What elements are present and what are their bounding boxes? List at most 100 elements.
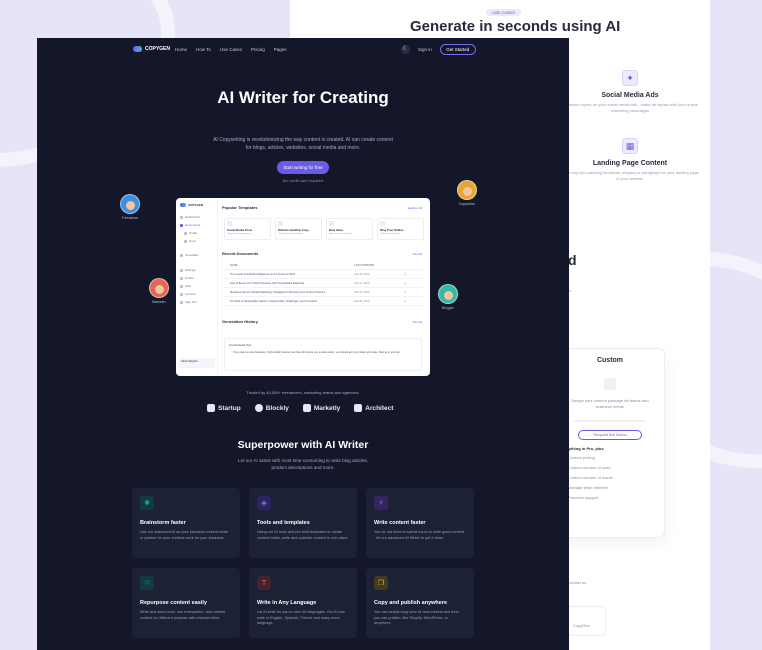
layout-icon: ▦ (622, 138, 638, 154)
template-icon (180, 253, 183, 257)
feature-desc: Let AI write for you in over 40 language… (257, 610, 345, 626)
grid-icon: ◈ (257, 496, 271, 510)
star-icon[interactable]: ★ (404, 273, 414, 276)
feature-title: Write content faster (374, 520, 426, 526)
brand-marketly: Marketly (302, 404, 340, 412)
sidebar-item-profile[interactable]: Profile (180, 276, 194, 280)
sidebar-item-settings[interactable]: Settings (180, 268, 196, 272)
pricing-feature: Custom pricing (560, 455, 664, 460)
template-card[interactable]: Social Media Posts Generate engaging post… (224, 218, 271, 240)
avatar-freelancer (120, 194, 140, 214)
sidebar-item-help[interactable]: Help (180, 284, 191, 288)
table-row[interactable]: Mastering the Art of Email Marketing: St… (224, 288, 422, 297)
moon-icon[interactable]: ☾ (401, 45, 410, 54)
logout-icon (180, 300, 183, 304)
card-title: Landing Page Content (592, 160, 668, 167)
nav-link-pages[interactable]: Pages (274, 47, 287, 52)
social-media-ads-card: ✦ Social Media Ads Generate copies for y… (560, 70, 700, 114)
hero-title: AI Writer for Creating (217, 88, 389, 107)
no-credit-card-note: No credit card required (282, 178, 324, 183)
nav-link-home[interactable]: Home (175, 47, 187, 52)
feature-card-write-faster: ⚡ Write content faster You do not need t… (366, 488, 474, 558)
nav-link-use-cases[interactable]: Use Cases (220, 47, 242, 52)
star-icon[interactable]: ★ (404, 300, 414, 303)
feature-desc: You can simply copy your AI new content … (374, 610, 459, 626)
brand-startup: Startup (207, 404, 241, 412)
feature-title: Repurpose content easily (140, 600, 207, 606)
table-row[interactable]: The Impact of Artificial Intelligence on… (224, 270, 422, 279)
avatar-face (125, 200, 135, 210)
brand-blockly: Blockly (254, 404, 289, 412)
pricing-feature: Premium support (560, 495, 664, 500)
sidebar-item-docs[interactable]: Docs (184, 239, 196, 243)
pricing-title: Custom (596, 357, 624, 364)
pricing-feature: Custom number of words (560, 475, 664, 480)
landing-page: COPYGEN Home How To Use Cases Pricing Pa… (37, 38, 569, 650)
brand-logo[interactable]: COPYGEN (133, 46, 170, 52)
nav-links: Home How To Use Cases Pricing Pages (175, 47, 287, 52)
request-demo-button[interactable]: Request the Demo (578, 430, 642, 440)
contact-text: contact us (568, 580, 587, 585)
sidebar-item-templates[interactable]: Templates (180, 253, 199, 257)
text-icon: T (257, 576, 271, 590)
start-writing-button[interactable]: Start writing for free (277, 161, 329, 174)
help-icon (180, 284, 183, 288)
superpower-title: Superpower with AI Writer (237, 439, 369, 451)
dashboard-icon (180, 215, 183, 219)
sidebar-item-documents[interactable]: Documents (180, 223, 200, 227)
sidebar-item-sign-out[interactable]: Sign Out (180, 300, 197, 304)
avatar-face (154, 284, 164, 294)
template-card[interactable]: Blog Post Outline Outline for blog posts (377, 218, 424, 240)
avatar-face (462, 186, 472, 196)
generation-question: Social Media Post (229, 343, 252, 347)
brand-name: COPYGEN (145, 46, 171, 52)
avatar-copywriter (457, 180, 477, 200)
logo-mark-icon (180, 203, 186, 207)
feature-desc: Use our advanced AI as your personal con… (140, 530, 229, 540)
trusted-by-text: Trusted by 40,000+ freelancers, marketin… (246, 390, 360, 395)
table-row[interactable]: The Rise of Sustainable Fashion: Opportu… (224, 297, 422, 306)
recent-documents-title: Recent Documents (222, 251, 259, 256)
generation-answer: If you want a more balanced, rhythmicall… (233, 351, 401, 354)
generation-history-item[interactable]: Social Media Post If you want a more bal… (224, 338, 422, 371)
logo-mark-icon (133, 46, 142, 52)
nav-link-how-to[interactable]: How To (196, 47, 211, 52)
feature-card-tools: ◈ Tools and templates Using our AI tools… (249, 488, 357, 558)
startup-logo-icon (207, 404, 215, 412)
template-card[interactable]: Website Headline Copy Catchy website head… (275, 218, 322, 240)
avatar-label: Freelancer (121, 216, 139, 220)
dashboard-logo: COPYGEN (180, 203, 203, 207)
see-all-documents-link[interactable]: See All (413, 252, 422, 256)
lightbulb-icon: ✺ (140, 496, 154, 510)
pricing-card-custom: Custom Design your custom package for te… (555, 348, 665, 538)
doc-icon (184, 239, 187, 243)
template-icon (329, 221, 334, 226)
brand-architect: Architect (354, 404, 393, 412)
template-card[interactable]: Blog Ideas Ideas for your next blog (326, 218, 373, 240)
template-icon (227, 221, 232, 226)
avatar-face (443, 290, 453, 300)
get-started-button[interactable]: Get Started (439, 44, 476, 55)
feature-title: Write in Any Language (257, 600, 317, 606)
see-all-history-link[interactable]: See All (413, 320, 422, 324)
nav-link-pricing[interactable]: Pricing (251, 47, 265, 52)
feature-desc: Write and send once, use everywhere. Als… (140, 610, 226, 620)
pricing-list-head: Everything in Pro, plus (560, 446, 604, 451)
sidebar-item-dashboard[interactable]: Dashboard (180, 215, 200, 219)
star-icon[interactable]: ★ (404, 291, 414, 294)
copy-icon: ❐ (374, 576, 388, 590)
avatar-marketer (149, 278, 169, 298)
table-row[interactable]: How to Boost Your Online Presence with S… (224, 279, 422, 288)
star-icon[interactable]: ★ (404, 282, 414, 285)
sidebar-user[interactable]: Abriel Stephen (179, 358, 215, 368)
divider (574, 420, 646, 422)
template-icon (278, 221, 283, 226)
explore-all-link[interactable]: Explore All (408, 206, 422, 210)
avatar-label: Copywriter (458, 202, 476, 206)
building-icon (604, 378, 616, 390)
sign-in-link[interactable]: Sign in (418, 47, 432, 52)
feature-title: Brainstorm faster (140, 520, 186, 526)
card-desc: Write any eye-catching headlines, slogan… (561, 170, 699, 181)
sidebar-item-drafts[interactable]: Drafts (184, 231, 197, 235)
sidebar-item-account[interactable]: Account (180, 292, 196, 296)
